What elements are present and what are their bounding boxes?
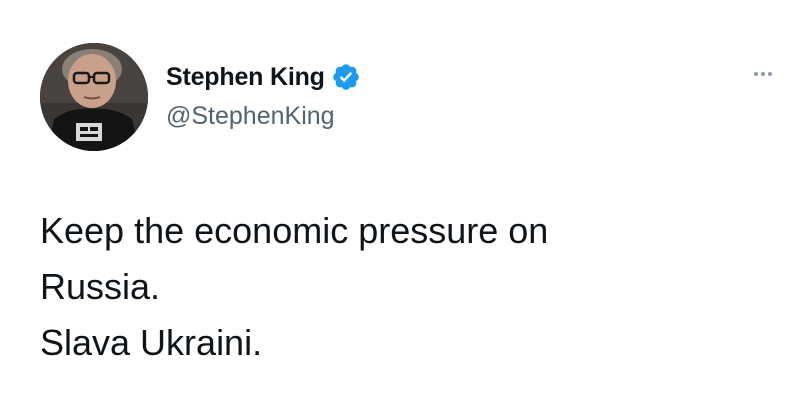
tweet-text-line: Keep the economic pressure on bbox=[40, 210, 549, 251]
tweet-text-line: Slava Ukraini. bbox=[40, 322, 263, 363]
verified-badge-icon bbox=[331, 62, 361, 92]
tweet-card: Stephen King @StephenKing Keep the econo… bbox=[0, 0, 800, 415]
tweet-text: Keep the economic pressure on Russia. Sl… bbox=[40, 203, 770, 371]
more-dot bbox=[754, 72, 758, 76]
avatar-photo bbox=[40, 43, 148, 151]
author-handle[interactable]: @StephenKing bbox=[166, 102, 335, 131]
avatar[interactable] bbox=[40, 43, 148, 151]
more-dot bbox=[761, 72, 765, 76]
author-name-row: Stephen King bbox=[166, 62, 361, 92]
tweet-text-line: Russia. bbox=[40, 266, 161, 307]
more-options-icon[interactable] bbox=[748, 64, 778, 84]
author-display-name[interactable]: Stephen King bbox=[166, 63, 325, 92]
more-dot bbox=[768, 72, 772, 76]
